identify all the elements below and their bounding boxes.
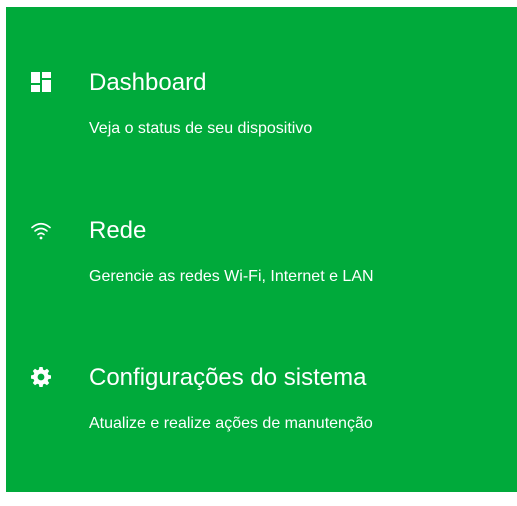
menu-item-description: Atualize e realize ações de manutenção bbox=[89, 415, 373, 432]
menu-item-rede[interactable]: Rede Gerencie as redes Wi-Fi, Internet e… bbox=[6, 193, 517, 313]
wifi-icon bbox=[30, 219, 52, 241]
menu-item-title: Configurações do sistema bbox=[89, 364, 367, 391]
menu-item-title: Dashboard bbox=[89, 69, 207, 96]
navigation-menu: Dashboard Veja o status de seu dispositi… bbox=[6, 7, 517, 492]
menu-item-description: Gerencie as redes Wi-Fi, Internet e LAN bbox=[89, 268, 374, 285]
gear-icon bbox=[30, 366, 52, 388]
menu-item-configuracoes[interactable]: Configurações do sistema Atualize e real… bbox=[6, 340, 517, 460]
menu-item-description: Veja o status de seu dispositivo bbox=[89, 120, 313, 137]
menu-item-dashboard[interactable]: Dashboard Veja o status de seu dispositi… bbox=[6, 45, 517, 165]
menu-item-title: Rede bbox=[89, 217, 147, 244]
dashboard-icon bbox=[30, 71, 52, 93]
